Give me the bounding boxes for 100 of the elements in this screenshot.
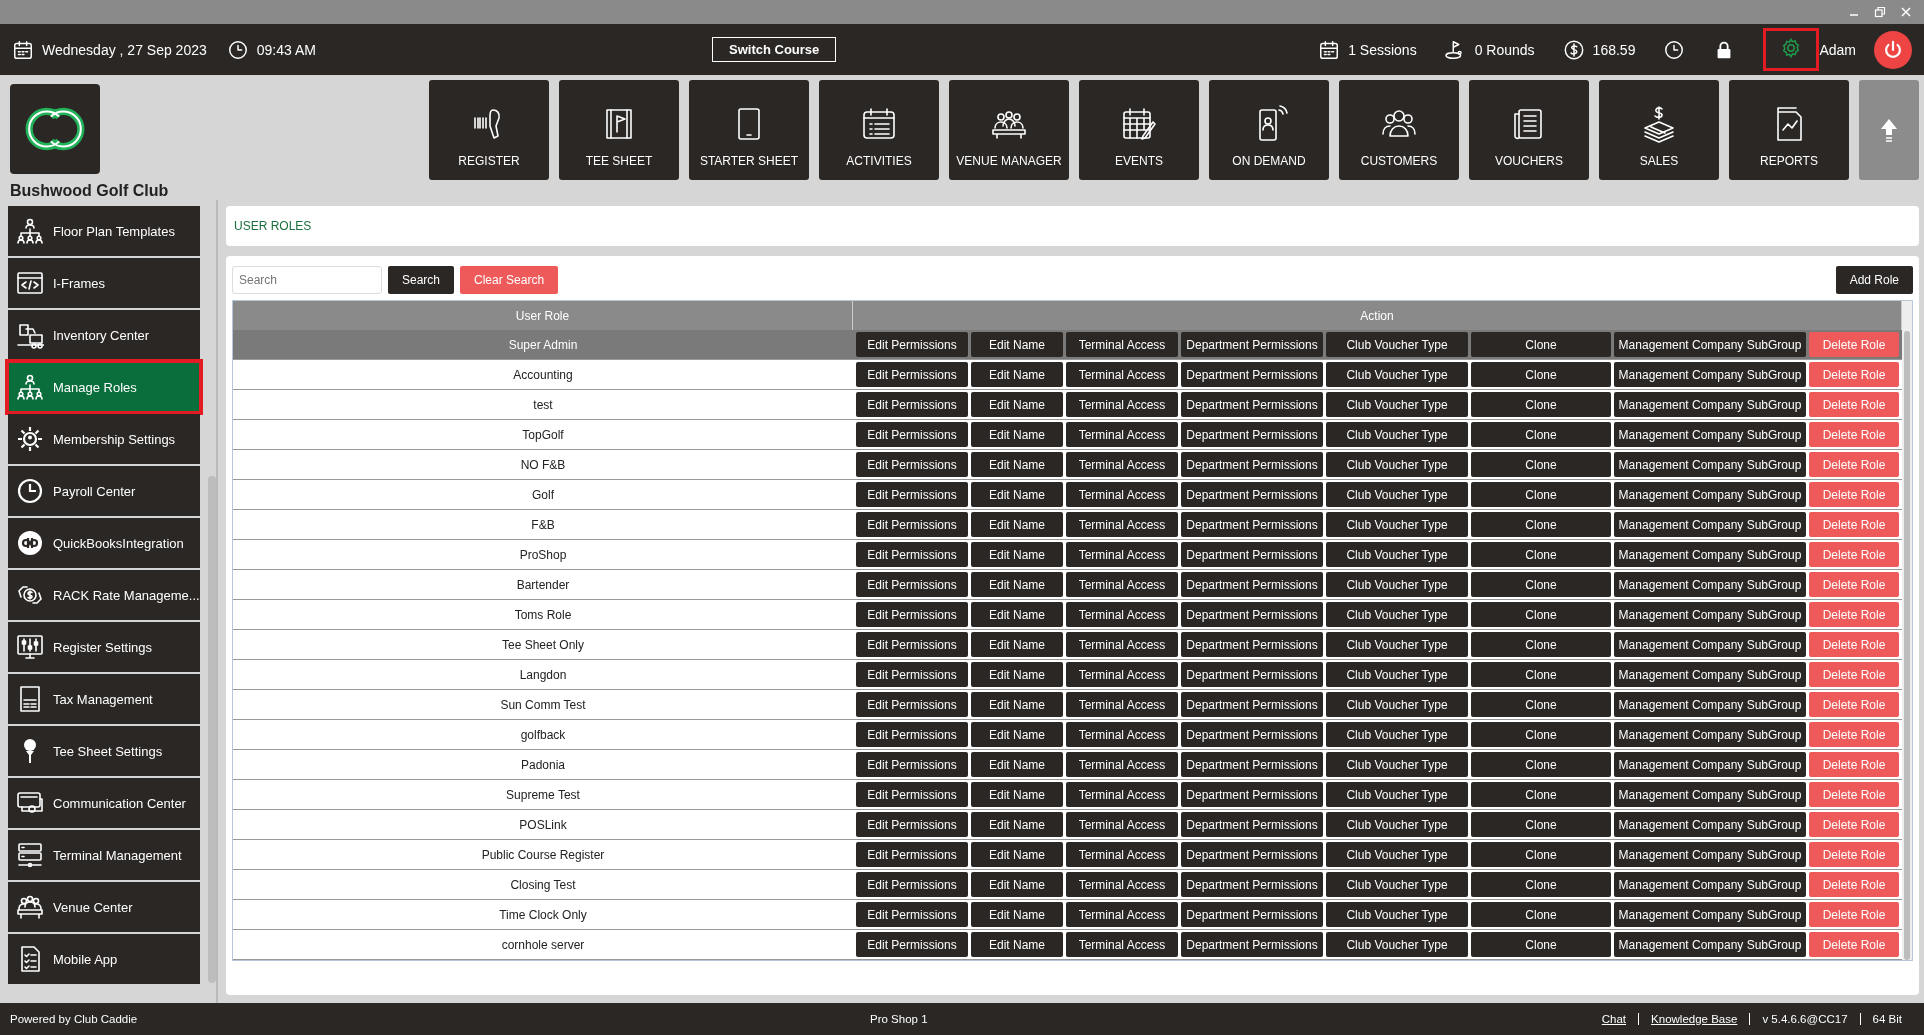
table-row[interactable]: Golf Edit Permissions Edit Name Terminal Access Department Permissions Club Voucher Type Clone Management Company SubGroup Delete Role — [233, 480, 1902, 510]
power-button[interactable] — [1874, 30, 1912, 69]
action-button[interactable]: Management Company SubGroup — [1614, 872, 1806, 897]
table-row[interactable]: Super Admin Edit Permissions Edit Name Terminal Access Department Permissions Club Voucher Type Clone Management Company SubGroup Delete Role — [233, 330, 1902, 360]
nav-button[interactable]: ON DEMAND — [1209, 80, 1329, 180]
action-button[interactable]: Department Permissions — [1181, 362, 1323, 387]
action-button[interactable]: Clone — [1471, 572, 1611, 597]
action-button[interactable]: Edit Permissions — [856, 692, 968, 717]
table-row[interactable]: ProShop Edit Permissions Edit Name Terminal Access Department Permissions Club Voucher Type Clone Management Company SubGroup Delete Role — [233, 540, 1902, 570]
action-button[interactable]: Department Permissions — [1181, 602, 1323, 627]
action-button[interactable]: Clone — [1471, 782, 1611, 807]
table-row[interactable]: test Edit Permissions Edit Name Terminal Access Department Permissions Club Voucher Type Clone Management Company SubGroup Delete Role — [233, 390, 1902, 420]
action-button[interactable]: Edit Name — [971, 392, 1063, 417]
action-button[interactable]: Management Company SubGroup — [1614, 512, 1806, 537]
table-row[interactable]: cornhole server Edit Permissions Edit Name Terminal Access Department Permissions Club Voucher Type Clone Management Company SubGroup Delete Role — [233, 930, 1902, 960]
action-button[interactable]: Edit Permissions — [856, 902, 968, 927]
action-button[interactable]: Club Voucher Type — [1326, 392, 1468, 417]
sidebar-item[interactable]: Membership Settings — [8, 414, 200, 464]
action-button[interactable]: Management Company SubGroup — [1614, 692, 1806, 717]
action-button[interactable]: Management Company SubGroup — [1614, 752, 1806, 777]
action-button[interactable]: Management Company SubGroup — [1614, 362, 1806, 387]
action-button[interactable]: Club Voucher Type — [1326, 542, 1468, 567]
nav-button[interactable]: TEE SHEET — [559, 80, 679, 180]
nav-button[interactable]: SALES — [1599, 80, 1719, 180]
action-button[interactable]: Club Voucher Type — [1326, 932, 1468, 957]
table-row[interactable]: TopGolf Edit Permissions Edit Name Terminal Access Department Permissions Club Voucher Type Clone Management Company SubGroup Delete Role — [233, 420, 1902, 450]
action-button[interactable]: Management Company SubGroup — [1614, 902, 1806, 927]
nav-button[interactable]: STARTER SHEET — [689, 80, 809, 180]
action-button[interactable]: Terminal Access — [1066, 842, 1178, 867]
action-button[interactable]: Edit Permissions — [856, 392, 968, 417]
action-button[interactable]: Edit Permissions — [856, 332, 968, 357]
action-button[interactable]: Department Permissions — [1181, 902, 1323, 927]
action-button[interactable]: Department Permissions — [1181, 452, 1323, 477]
table-row[interactable]: POSLink Edit Permissions Edit Name Terminal Access Department Permissions Club Voucher Type Clone Management Company SubGroup Delete Role — [233, 810, 1902, 840]
action-button[interactable]: Edit Permissions — [856, 842, 968, 867]
action-button[interactable]: Terminal Access — [1066, 692, 1178, 717]
action-button[interactable]: Department Permissions — [1181, 512, 1323, 537]
action-button[interactable]: Edit Permissions — [856, 632, 968, 657]
clock-icon[interactable] — [1663, 38, 1686, 61]
action-button[interactable]: Terminal Access — [1066, 812, 1178, 837]
action-button[interactable]: Edit Name — [971, 572, 1063, 597]
action-button[interactable]: Club Voucher Type — [1326, 722, 1468, 747]
sidebar-item[interactable]: Inventory Center — [8, 310, 200, 360]
action-button[interactable]: Department Permissions — [1181, 842, 1323, 867]
action-button[interactable]: Department Permissions — [1181, 722, 1323, 747]
action-button[interactable]: Department Permissions — [1181, 332, 1323, 357]
action-button[interactable]: Edit Permissions — [856, 662, 968, 687]
action-button[interactable]: Management Company SubGroup — [1614, 542, 1806, 567]
action-button[interactable]: Edit Name — [971, 812, 1063, 837]
sidebar-item[interactable]: I-Frames — [8, 258, 200, 308]
table-row[interactable]: Langdon Edit Permissions Edit Name Terminal Access Department Permissions Club Voucher Type Clone Management Company SubGroup Delete Role — [233, 660, 1902, 690]
action-button[interactable]: Edit Permissions — [856, 872, 968, 897]
action-button[interactable]: Edit Permissions — [856, 932, 968, 957]
sidebar-item[interactable]: Venue Center — [8, 882, 200, 932]
action-button[interactable]: Edit Name — [971, 722, 1063, 747]
action-button[interactable]: Club Voucher Type — [1326, 332, 1468, 357]
search-button[interactable]: Search — [388, 266, 455, 294]
action-button[interactable]: Club Voucher Type — [1326, 812, 1468, 837]
action-button[interactable]: Terminal Access — [1066, 482, 1178, 507]
scrollbar[interactable] — [1904, 331, 1910, 960]
table-row[interactable]: Sun Comm Test Edit Permissions Edit Name Terminal Access Department Permissions Club Voucher Type Clone Management Company SubGroup Delete Role — [233, 690, 1902, 720]
action-button[interactable]: Edit Name — [971, 512, 1063, 537]
action-button[interactable]: Club Voucher Type — [1326, 692, 1468, 717]
table-row[interactable]: Public Course Register Edit Permissions Edit Name Terminal Access Department Permissions Club Voucher Type Clone Management Company SubGroup Delete Role — [233, 840, 1902, 870]
action-button[interactable]: Edit Name — [971, 692, 1063, 717]
action-button[interactable]: Department Permissions — [1181, 392, 1323, 417]
action-button[interactable]: Edit Permissions — [856, 362, 968, 387]
action-button[interactable]: Edit Name — [971, 902, 1063, 927]
action-button[interactable]: Management Company SubGroup — [1614, 632, 1806, 657]
action-button[interactable]: Club Voucher Type — [1326, 572, 1468, 597]
sidebar-item[interactable]: Mobile App — [8, 934, 200, 984]
action-button[interactable]: Management Company SubGroup — [1614, 332, 1806, 357]
action-button[interactable]: Management Company SubGroup — [1614, 812, 1806, 837]
sidebar-item[interactable]: Terminal Management — [8, 830, 200, 880]
action-button[interactable]: Clone — [1471, 902, 1611, 927]
action-button[interactable]: Department Permissions — [1181, 812, 1323, 837]
action-button[interactable]: Edit Permissions — [856, 602, 968, 627]
action-button[interactable]: Management Company SubGroup — [1614, 722, 1806, 747]
scroll-up-button[interactable] — [1859, 80, 1919, 180]
nav-button[interactable]: EVENTS — [1079, 80, 1199, 180]
action-button[interactable]: Management Company SubGroup — [1614, 842, 1806, 867]
action-button[interactable]: Terminal Access — [1066, 872, 1178, 897]
table-row[interactable]: Padonia Edit Permissions Edit Name Terminal Access Department Permissions Club Voucher Type Clone Management Company SubGroup Delete Role — [233, 750, 1902, 780]
action-button[interactable]: Edit Name — [971, 782, 1063, 807]
close-icon[interactable] — [1900, 6, 1912, 18]
action-button[interactable]: Club Voucher Type — [1326, 602, 1468, 627]
action-button[interactable]: Clone — [1471, 812, 1611, 837]
nav-button[interactable]: VENUE MANAGER — [949, 80, 1069, 180]
action-button[interactable]: Management Company SubGroup — [1614, 452, 1806, 477]
action-button[interactable]: Clone — [1471, 452, 1611, 477]
action-button[interactable]: Terminal Access — [1066, 752, 1178, 777]
action-button[interactable]: Club Voucher Type — [1326, 842, 1468, 867]
action-button[interactable]: Edit Name — [971, 362, 1063, 387]
action-button[interactable]: Edit Permissions — [856, 782, 968, 807]
table-row[interactable]: Supreme Test Edit Permissions Edit Name Terminal Access Department Permissions Club Voucher Type Clone Management Company SubGroup Delete Role — [233, 780, 1902, 810]
action-button[interactable]: Clone — [1471, 392, 1611, 417]
sidebar-item[interactable]: Communication Center — [8, 778, 200, 828]
footer-link[interactable]: Knowledge Base — [1638, 1013, 1750, 1025]
sidebar-item[interactable]: Payroll Center — [8, 466, 200, 516]
action-button[interactable]: Terminal Access — [1066, 512, 1178, 537]
